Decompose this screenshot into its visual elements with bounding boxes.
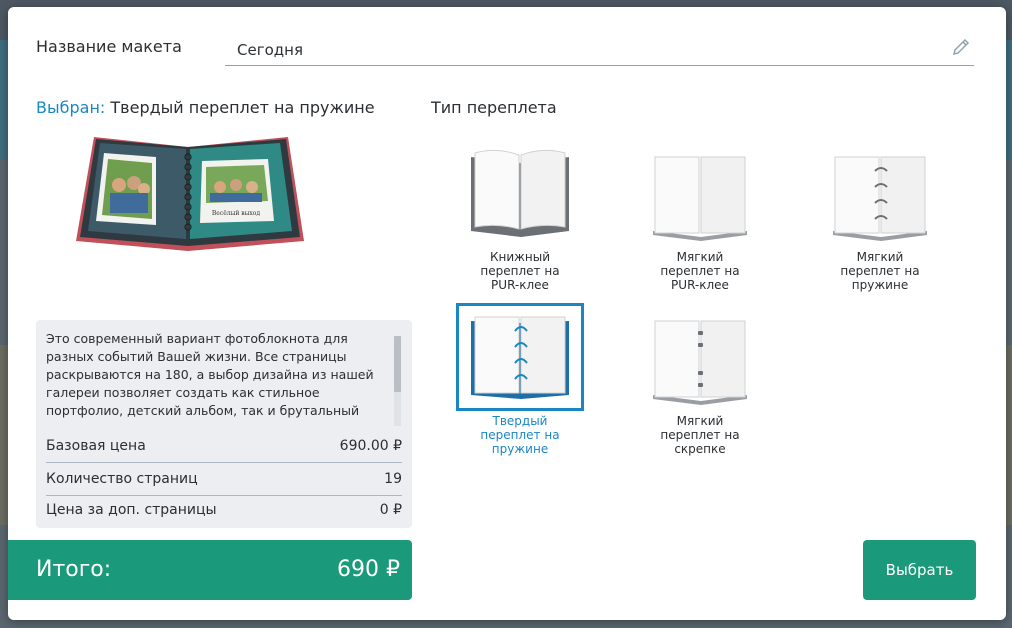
binding-option-label: Твердый переплет на пружине bbox=[480, 414, 560, 456]
binding-option-softcover-pur[interactable]: Мягкий переплет на PUR-клее bbox=[636, 139, 764, 292]
price-row-extra-pages: Цена за доп. страницы 0 ₽ bbox=[46, 496, 402, 526]
preview-caption: Весёлый выход bbox=[212, 210, 261, 217]
pencil-icon[interactable] bbox=[951, 37, 971, 57]
selected-prefix: Выбран: bbox=[36, 98, 106, 117]
price-row-value: 690.00 ₽ bbox=[339, 438, 402, 454]
hard-spiral-book-icon bbox=[471, 316, 569, 399]
total-label: Итого: bbox=[36, 557, 112, 582]
binding-option-soft-spiral[interactable]: Мягкий переплет на пружине bbox=[816, 139, 944, 292]
binding-option-label: Мягкий переплет на скрепке bbox=[660, 414, 740, 456]
price-row-pages: Количество страниц 19 bbox=[46, 465, 402, 496]
choose-button[interactable]: Выбрать bbox=[863, 540, 976, 600]
price-row-value: 19 bbox=[384, 471, 402, 487]
description-scrollbar[interactable] bbox=[394, 336, 401, 426]
price-row-label: Базовая цена bbox=[46, 438, 146, 454]
selected-name: Твердый переплет на пружине bbox=[110, 98, 375, 117]
soft-spiral-book-icon bbox=[833, 156, 927, 241]
binding-option-label: Мягкий переплет на пружине bbox=[840, 250, 920, 292]
price-row-base: Базовая цена 690.00 ₽ bbox=[46, 432, 402, 463]
total-bar: Итого: 690 ₽ bbox=[8, 540, 412, 600]
scrollbar-thumb[interactable] bbox=[394, 336, 401, 392]
description-panel: Это современный вариант фотоблокнота для… bbox=[36, 320, 412, 528]
binding-option-label: Мягкий переплет на PUR-клее bbox=[660, 250, 740, 292]
price-row-label: Количество страниц bbox=[46, 471, 198, 487]
photobook-preview-image: Весёлый выход bbox=[76, 137, 304, 251]
binding-option-label: Книжный переплет на PUR-клее bbox=[480, 250, 560, 292]
softcover-book-icon bbox=[653, 156, 747, 241]
description-text: Это современный вариант фотоблокнота для… bbox=[46, 331, 374, 418]
total-value: 690 ₽ bbox=[337, 557, 400, 582]
binding-type-title: Тип переплета bbox=[431, 98, 557, 117]
layout-name-input[interactable] bbox=[225, 34, 974, 66]
binding-modal: Название макета Выбран: Твердый переплет… bbox=[8, 7, 1006, 620]
binding-option-staple[interactable]: Мягкий переплет на скрепке bbox=[636, 303, 764, 456]
staple-book-icon bbox=[653, 320, 747, 405]
layout-name-label: Название макета bbox=[36, 37, 182, 56]
selected-binding: Выбран: Твердый переплет на пружине bbox=[36, 98, 375, 117]
price-row-value: 0 ₽ bbox=[379, 502, 402, 518]
hardcover-book-icon bbox=[471, 149, 569, 237]
binding-option-hard-spiral[interactable]: Твердый переплет на пружине bbox=[456, 303, 584, 456]
price-row-label: Цена за доп. страницы bbox=[46, 502, 217, 518]
binding-option-hardcover-pur[interactable]: Книжный переплет на PUR-клее bbox=[456, 139, 584, 292]
